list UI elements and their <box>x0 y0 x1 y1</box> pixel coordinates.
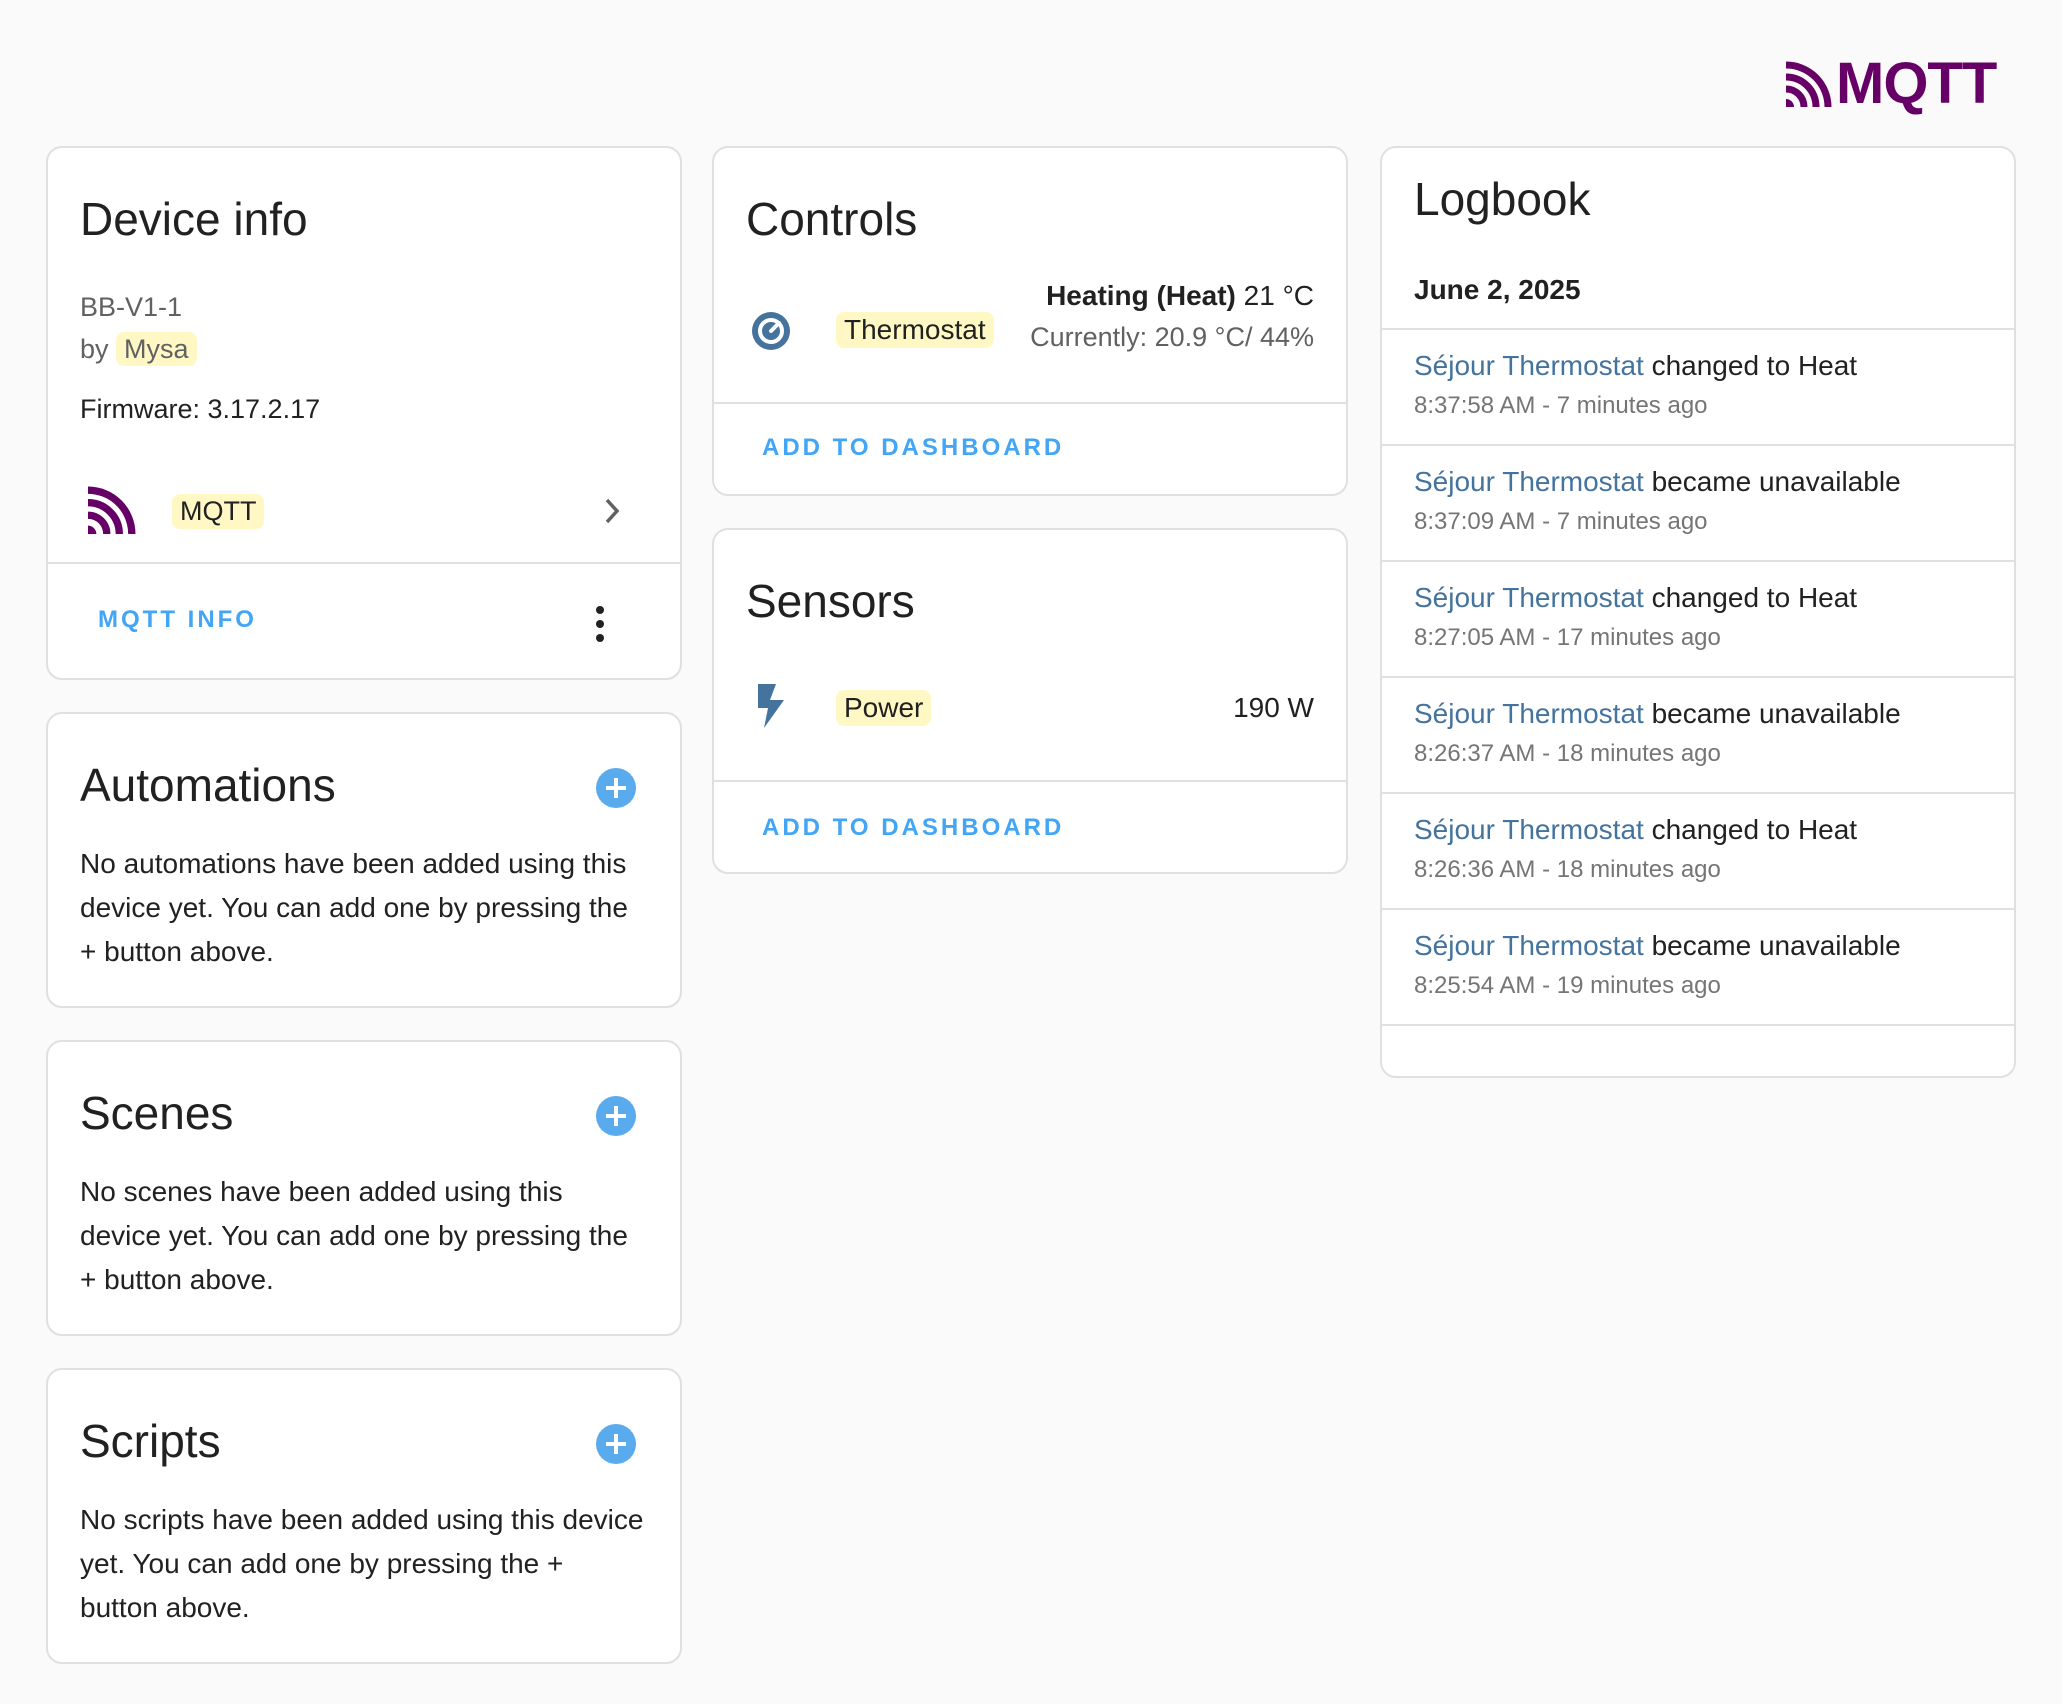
firmware-version: Firmware: 3.17.2.17 <box>80 394 321 424</box>
controls-title: Controls <box>746 193 918 245</box>
scenes-card: Scenes No scenes have been added using t… <box>46 1040 682 1336</box>
power-entity-row[interactable]: Power 190 W <box>714 660 1346 764</box>
automations-empty-text: No automations have been added using thi… <box>80 848 628 967</box>
logbook-entry-time: 8:37:09 AM - 7 minutes ago <box>1414 508 1708 535</box>
logbook-entry-action: became unavailable <box>1651 930 1901 961</box>
device-info-card: Device info BB-V1-1 by Mysa Firmware: 3.… <box>46 146 682 680</box>
logbook-entry: Séjour Thermostat changed to Heat 8:27:05… <box>1382 562 2014 678</box>
logbook-entry-action: became unavailable <box>1651 698 1901 729</box>
sensors-title: Sensors <box>746 575 915 627</box>
controls-card: Controls Thermostat Heating (Heat) 21 °C… <box>712 146 1348 496</box>
logbook-entry-time: 8:25:54 AM - 19 minutes ago <box>1414 972 1721 999</box>
add-scene-button[interactable] <box>596 1096 636 1136</box>
flash-icon <box>758 684 784 728</box>
logbook-entity-link[interactable]: Séjour Thermostat <box>1414 814 1644 845</box>
thermostat-target: 21 °C <box>1243 280 1314 311</box>
by-prefix: by <box>80 334 109 364</box>
logbook-entry-text: Séjour Thermostat changed to Heat <box>1414 350 1857 382</box>
mqtt-info-button[interactable]: MQTT INFO <box>98 606 257 634</box>
logbook-list: Séjour Thermostat changed to Heat 8:37:58… <box>1382 330 2014 1076</box>
logbook-entity-link[interactable]: Séjour Thermostat <box>1414 466 1644 497</box>
thermostat-entity-name: Thermostat <box>836 312 994 348</box>
logbook-entry-time: 8:26:37 AM - 18 minutes ago <box>1414 740 1721 767</box>
thermostat-entity-row[interactable]: Thermostat Heating (Heat) 21 °C Currentl… <box>714 278 1346 384</box>
logbook-entity-link[interactable]: Séjour Thermostat <box>1414 582 1644 613</box>
logbook-date: June 2, 2025 <box>1414 274 1581 305</box>
logbook-entry-time: 8:26:36 AM - 18 minutes ago <box>1414 856 1721 883</box>
integration-row[interactable]: MQTT <box>48 474 680 552</box>
add-script-button[interactable] <box>596 1424 636 1464</box>
logbook-entry-text: Séjour Thermostat became unavailable <box>1414 466 1901 498</box>
controls-add-to-dashboard-button[interactable]: ADD TO DASHBOARD <box>762 434 1064 462</box>
scripts-card: Scripts No scripts have been added using… <box>46 1368 682 1664</box>
thermostat-state: Heating (Heat) 21 °C <box>1046 280 1314 312</box>
scenes-title: Scenes <box>80 1087 234 1139</box>
device-info-divider <box>48 562 680 564</box>
power-entity-name: Power <box>836 690 932 726</box>
thermostat-mode: Heating (Heat) <box>1046 280 1236 311</box>
logbook-entity-link[interactable]: Séjour Thermostat <box>1414 350 1644 381</box>
device-model: BB-V1-1 <box>80 292 183 322</box>
logbook-entry-time: 8:27:05 AM - 17 minutes ago <box>1414 624 1721 651</box>
logbook-entry: Séjour Thermostat became unavailable 8:25… <box>1382 910 2014 1026</box>
sensors-add-to-dashboard-button[interactable]: ADD TO DASHBOARD <box>762 814 1064 842</box>
power-value: 190 W <box>1233 692 1314 723</box>
more-vertical-icon[interactable] <box>590 604 610 644</box>
logbook-entity-link[interactable]: Séjour Thermostat <box>1414 930 1644 961</box>
mqtt-logo: MQTT <box>1786 51 2004 116</box>
logbook-entry: Séjour Thermostat changed to Heat 8:37:58… <box>1382 330 2014 446</box>
sensors-divider <box>714 780 1346 782</box>
sensors-card: Sensors Power 190 W ADD TO DASHBOARD <box>712 528 1348 874</box>
logbook-entry-action: changed to Heat <box>1651 350 1858 381</box>
thermostat-current: Currently: 20.9 °C/ 44% <box>1030 322 1314 352</box>
mqtt-integration-icon <box>88 486 136 534</box>
add-automation-button[interactable] <box>596 768 636 808</box>
manufacturer-line: by Mysa <box>80 332 197 366</box>
logbook-entry: Séjour Thermostat became unavailable 8:37… <box>1382 446 2014 562</box>
logbook-entry: Séjour Thermostat became unavailable 8:26… <box>1382 678 2014 794</box>
logbook-entry-action: changed to Heat <box>1651 582 1858 613</box>
thermostat-icon <box>752 312 790 350</box>
scripts-empty-text: No scripts have been added using this de… <box>80 1504 644 1623</box>
device-info-title: Device info <box>80 193 308 245</box>
scenes-empty-text: No scenes have been added using this dev… <box>80 1176 628 1295</box>
mqtt-waves-icon <box>1786 61 1832 107</box>
logbook-entry-action: became unavailable <box>1651 466 1901 497</box>
logbook-entity-link[interactable]: Séjour Thermostat <box>1414 698 1644 729</box>
logbook-entry-action: changed to Heat <box>1651 814 1858 845</box>
automations-card: Automations No automations have been add… <box>46 712 682 1008</box>
automations-title: Automations <box>80 759 336 811</box>
chevron-right-icon <box>605 498 620 524</box>
logbook-entry-text: Séjour Thermostat changed to Heat <box>1414 814 1857 846</box>
manufacturer-name: Mysa <box>116 332 197 366</box>
logbook-entry-text: Séjour Thermostat changed to Heat <box>1414 582 1857 614</box>
logbook-entry-text: Séjour Thermostat became unavailable <box>1414 930 1901 962</box>
logo-text: MQTT <box>1836 51 1997 116</box>
controls-divider <box>714 402 1346 404</box>
logbook-entry: Séjour Thermostat changed to Heat 8:26:36… <box>1382 794 2014 910</box>
logbook-entry-text: Séjour Thermostat became unavailable <box>1414 698 1901 730</box>
logbook-title: Logbook <box>1414 173 1591 225</box>
scripts-title: Scripts <box>80 1415 221 1467</box>
integration-name: MQTT <box>172 494 265 529</box>
logbook-entry-time: 8:37:58 AM - 7 minutes ago <box>1414 392 1708 419</box>
logbook-card: Logbook June 2, 2025 Séjour Thermostat c… <box>1380 146 2016 1078</box>
